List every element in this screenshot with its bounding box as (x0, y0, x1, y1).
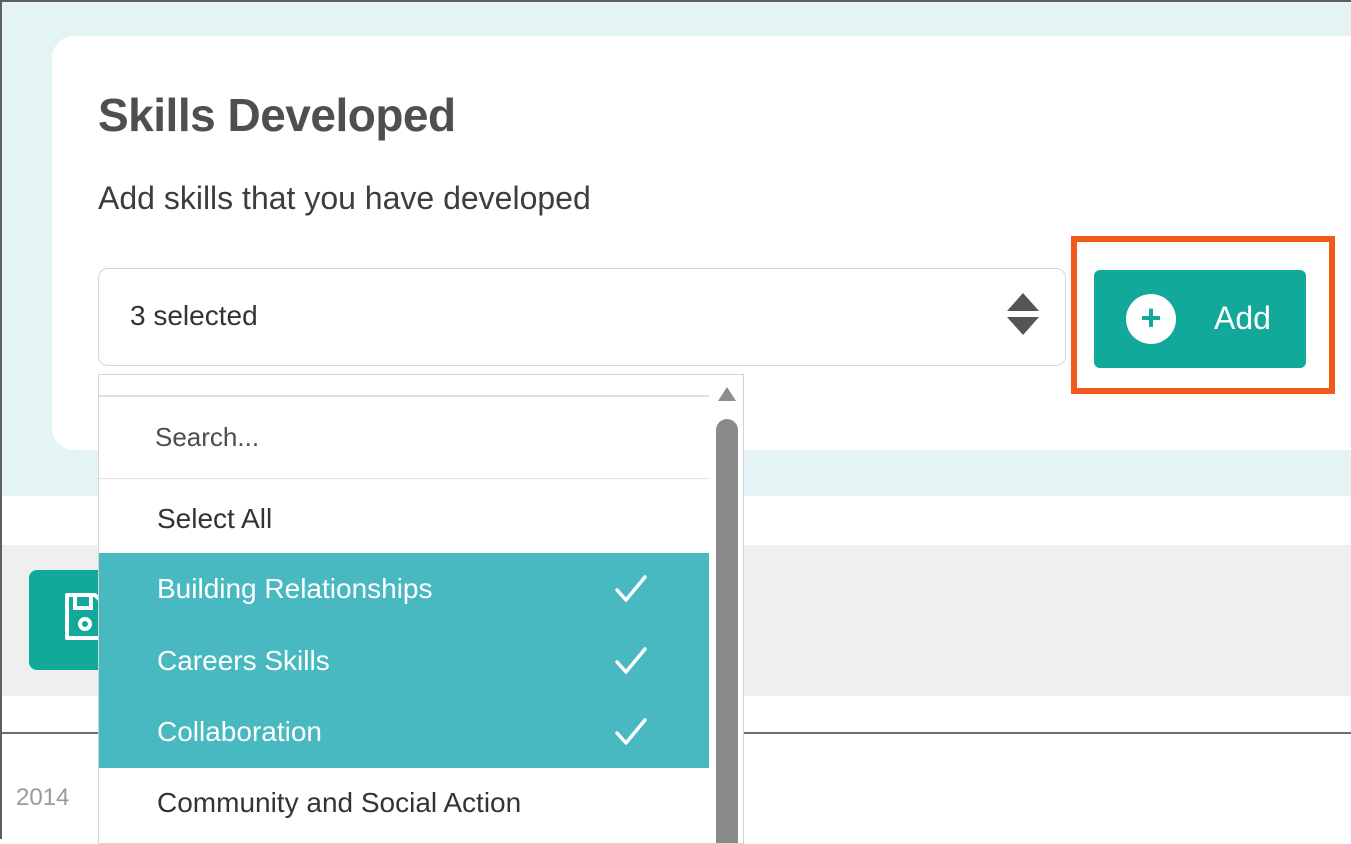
window-left-border (0, 0, 2, 839)
section-title: Skills Developed (98, 89, 456, 141)
option-label: Building Relationships (157, 573, 433, 604)
option-label: Careers Skills (157, 645, 330, 676)
window-top-border (0, 0, 1351, 2)
skills-select[interactable]: 3 selected (98, 268, 1066, 366)
option-community-and-social-action[interactable]: Community and Social Action (99, 767, 709, 839)
sort-icon (1007, 293, 1039, 335)
skills-select-value: 3 selected (130, 300, 258, 331)
scrollbar-thumb[interactable] (716, 419, 738, 843)
option-label: Community and Social Action (157, 787, 522, 818)
footer-copyright: 2014 (16, 784, 70, 811)
check-icon (615, 575, 647, 602)
scroll-up-arrow-icon[interactable] (718, 387, 736, 401)
dropdown-scrollbar[interactable] (710, 375, 743, 843)
skills-dropdown: Select All Building Relationships Career… (98, 374, 744, 844)
option-label: Collaboration (157, 716, 322, 747)
dropdown-search-input[interactable] (99, 397, 709, 479)
section-subtitle: Add skills that you have developed (98, 180, 591, 216)
check-icon (615, 718, 647, 745)
check-icon (615, 647, 647, 674)
select-all-option[interactable]: Select All (99, 483, 709, 555)
add-button-label: Add (1214, 300, 1271, 336)
select-all-label: Select All (157, 503, 273, 534)
add-button[interactable]: + Add (1094, 270, 1306, 368)
option-building-relationships[interactable]: Building Relationships (99, 553, 709, 625)
option-careers-skills[interactable]: Careers Skills (99, 625, 709, 697)
option-collaboration[interactable]: Collaboration (99, 696, 709, 768)
plus-circle-icon: + (1126, 294, 1176, 344)
